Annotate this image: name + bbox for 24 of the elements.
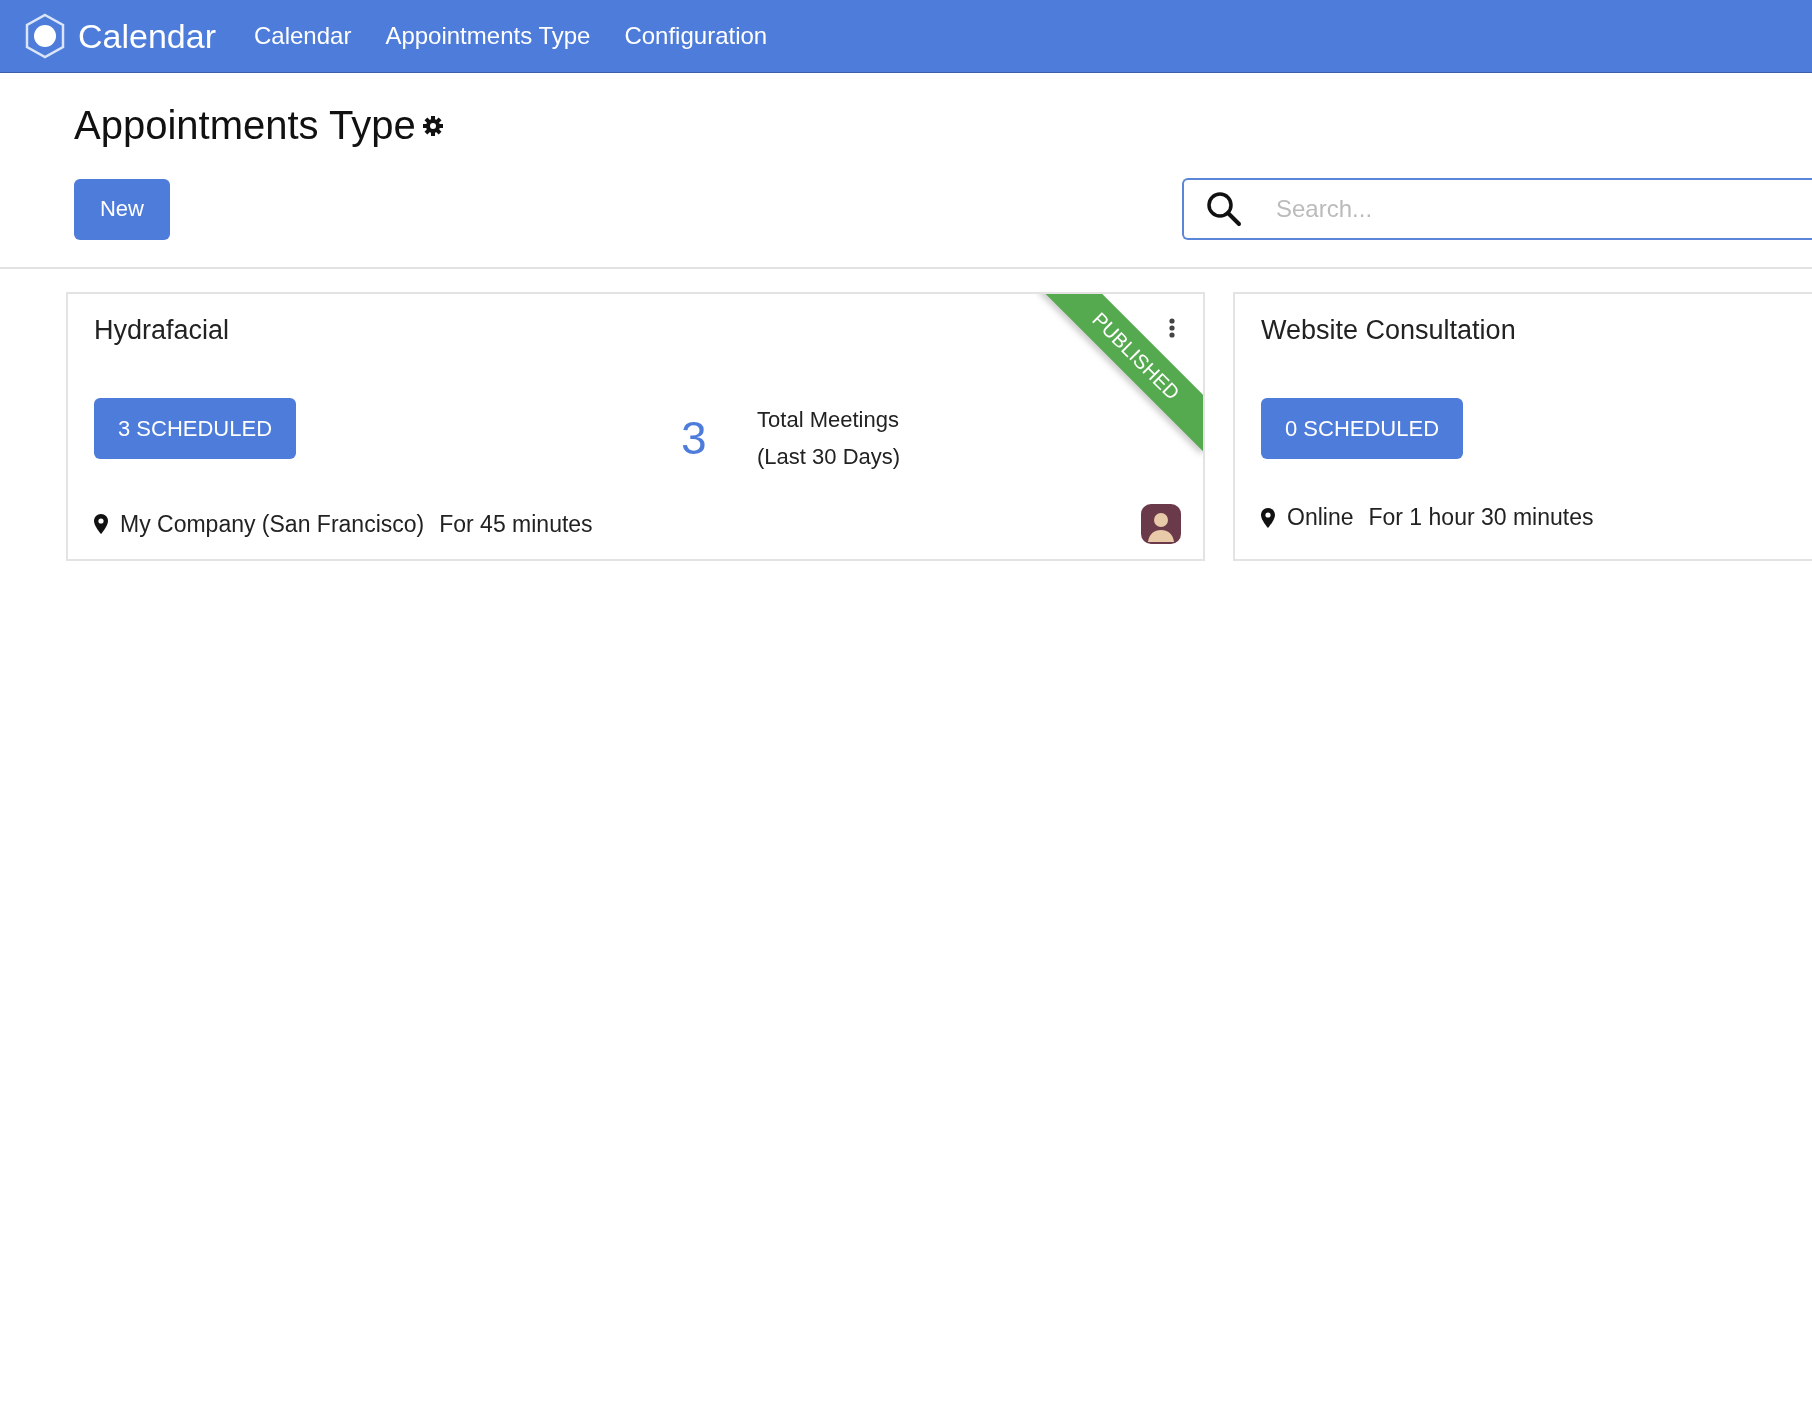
nav-menu-item[interactable]: Configuration [624, 22, 768, 50]
card-title[interactable]: Website Consultation [1261, 310, 1812, 350]
meetings-count: 3 [681, 411, 708, 465]
scheduled-button[interactable]: 3 SCHEDULED [94, 398, 297, 459]
location-text: My Company (San Francisco) [120, 510, 425, 538]
map-pin-icon [1261, 507, 1275, 528]
gear-icon[interactable] [421, 114, 444, 137]
more-options-icon[interactable] [1169, 318, 1175, 338]
location-text: Online [1287, 504, 1354, 531]
app-logo-icon [24, 13, 66, 59]
avatar-icon[interactable] [1141, 504, 1181, 544]
scheduled-button[interactable]: 0 SCHEDULED [1261, 398, 1464, 459]
meetings-label: Total Meetings [757, 406, 900, 434]
meetings-label: (Last 30 Days) [757, 443, 901, 471]
nav-menu-item[interactable]: Appointments Type [385, 22, 591, 50]
page-title: Appointments Type [74, 103, 416, 148]
new-button[interactable]: New [74, 178, 170, 240]
map-pin-icon [94, 514, 108, 534]
duration-text: For 1 hour 30 minutes [1368, 504, 1594, 531]
search-icon [1206, 191, 1242, 227]
nav-menu-item[interactable]: Calendar [254, 22, 352, 50]
app-name[interactable]: Calendar [78, 16, 216, 56]
duration-text: For 45 minutes [439, 510, 593, 538]
search-field[interactable]: Search... [1182, 178, 1812, 240]
